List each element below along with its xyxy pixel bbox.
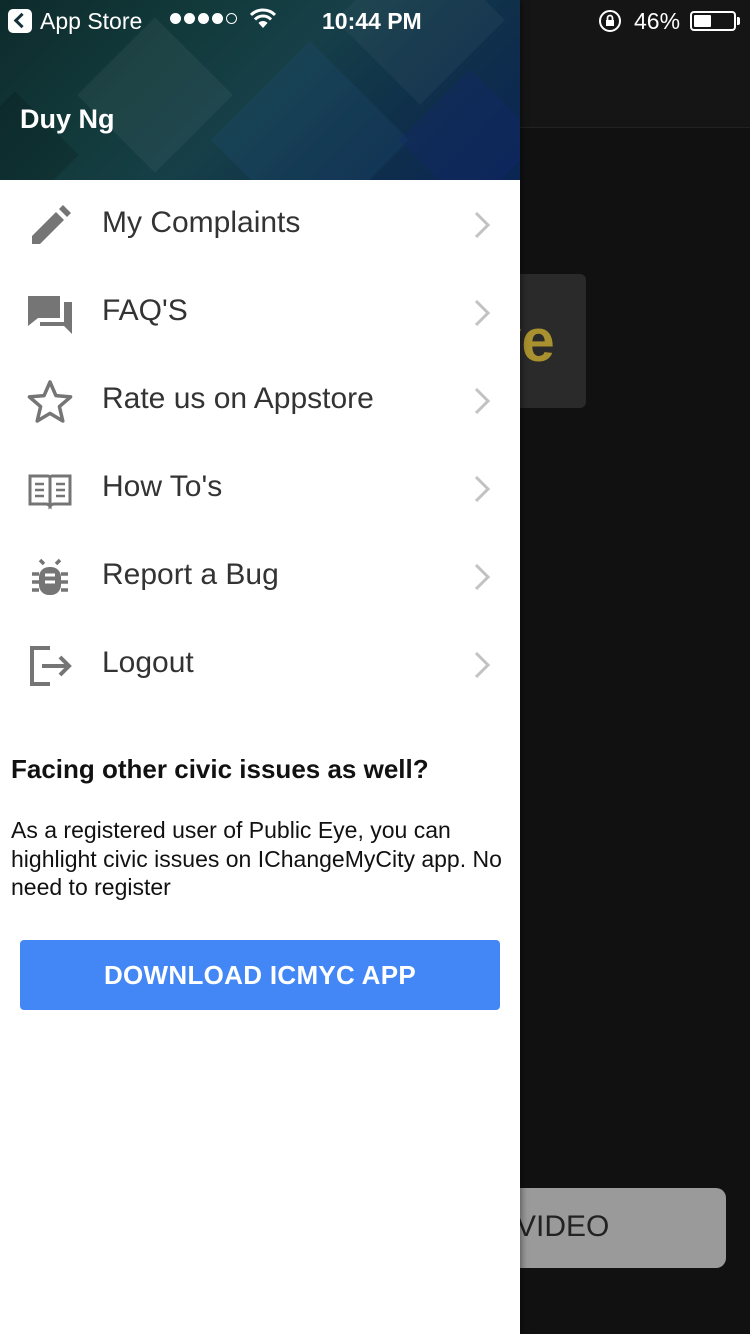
background-video-label: VIDEO	[516, 1210, 610, 1243]
civic-issues-description: As a registered user of Public Eye, you …	[11, 817, 502, 900]
menu-item-report-bug[interactable]: Report a Bug	[0, 532, 520, 620]
signal-dot	[184, 13, 195, 24]
chat-bubbles-icon	[26, 290, 74, 338]
menu-item-label: FAQ'S	[102, 294, 188, 327]
menu-item-label: Logout	[102, 646, 194, 679]
chevron-right-icon	[468, 562, 494, 592]
signal-strength-icon	[170, 13, 237, 24]
civic-issues-heading: Facing other civic issues as well?	[11, 754, 429, 784]
menu-item-label: Rate us on Appstore	[102, 382, 374, 415]
bug-icon	[26, 554, 74, 602]
pencil-icon	[26, 202, 74, 250]
menu-item-logout[interactable]: Logout	[0, 620, 520, 708]
drawer-menu: My Complaints FAQ'S Rate us on Appstore	[0, 180, 520, 708]
navigation-drawer: Duy Ng My Complaints FAQ'S Rate us on Ap…	[0, 0, 520, 1334]
clock: 10:44 PM	[322, 8, 422, 34]
back-to-app-label[interactable]: App Store	[40, 8, 142, 35]
menu-item-faqs[interactable]: FAQ'S	[0, 268, 520, 356]
back-to-app-icon[interactable]	[8, 9, 32, 33]
book-icon	[26, 466, 74, 514]
chevron-right-icon	[468, 474, 494, 504]
signal-dot	[226, 13, 237, 24]
signal-dot	[198, 13, 209, 24]
chevron-right-icon	[468, 298, 494, 328]
download-icmyc-button[interactable]: DOWNLOAD ICMYC APP	[20, 940, 500, 1010]
menu-item-label: Report a Bug	[102, 558, 279, 591]
chevron-right-icon	[468, 650, 494, 680]
signal-dot	[170, 13, 181, 24]
menu-item-my-complaints[interactable]: My Complaints	[0, 180, 520, 268]
orientation-lock-icon	[598, 9, 622, 33]
menu-item-how-tos[interactable]: How To's	[0, 444, 520, 532]
battery-percent: 46%	[634, 8, 681, 34]
status-bar: App Store 10:44 PM 46%	[0, 0, 750, 40]
user-name: Duy Ng	[20, 104, 115, 134]
star-icon	[26, 378, 74, 426]
menu-item-label: My Complaints	[102, 206, 301, 239]
wifi-icon	[249, 8, 277, 30]
logout-icon	[26, 642, 74, 690]
download-button-label: DOWNLOAD ICMYC APP	[103, 959, 417, 990]
signal-dot	[212, 13, 223, 24]
chevron-right-icon	[468, 386, 494, 416]
chevron-right-icon	[468, 210, 494, 240]
battery-icon	[690, 11, 736, 31]
menu-item-label: How To's	[102, 470, 223, 503]
menu-item-rate-us[interactable]: Rate us on Appstore	[0, 356, 520, 444]
